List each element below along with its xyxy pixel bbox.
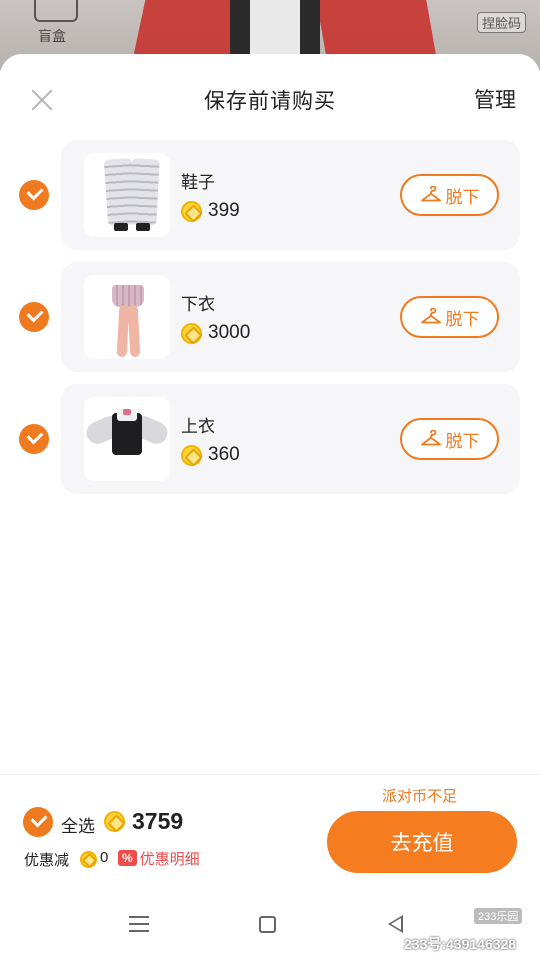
hanger-icon xyxy=(420,186,441,202)
party-coin-icon xyxy=(104,811,125,832)
background-art xyxy=(313,0,437,56)
take-off-button[interactable]: 脱下 xyxy=(400,174,499,216)
item-checkbox[interactable] xyxy=(19,302,49,332)
item-checkbox[interactable] xyxy=(19,424,49,454)
watermark-logo: 233乐园 xyxy=(474,908,523,924)
item-price-value: 360 xyxy=(208,444,240,465)
party-coin-icon xyxy=(181,200,202,222)
item-thumbnail-top xyxy=(84,397,170,481)
take-off-label: 脱下 xyxy=(445,187,480,207)
cart-item: 上衣 360 脱下 xyxy=(0,384,540,494)
item-thumbnail-bottoms xyxy=(84,275,170,359)
item-name: 下衣 xyxy=(181,295,215,314)
item-name: 鞋子 xyxy=(181,173,215,192)
sheet-header: 保存前请购买 管理 xyxy=(0,54,540,140)
take-off-button[interactable]: 脱下 xyxy=(400,296,499,338)
recharge-label: 去充值 xyxy=(390,832,454,855)
select-all-checkbox[interactable] xyxy=(23,807,53,837)
blind-box-label: 盲盒 xyxy=(38,28,66,44)
sheet-title: 保存前请购买 xyxy=(204,90,336,113)
item-checkbox[interactable] xyxy=(19,180,49,210)
home-icon[interactable] xyxy=(259,916,276,933)
item-price: 360 xyxy=(181,442,240,468)
system-nav-bar: 233乐园 233号:439146328 xyxy=(0,900,540,958)
party-coin-icon xyxy=(181,322,202,344)
take-off-label: 脱下 xyxy=(445,309,480,329)
insufficient-balance-notice: 派对币不足 xyxy=(382,788,458,805)
item-price-value: 399 xyxy=(208,200,240,221)
party-coin-icon xyxy=(181,444,202,466)
item-price: 3000 xyxy=(181,320,250,346)
discount-label: 优惠减 xyxy=(24,852,70,869)
select-all-label[interactable]: 全选 xyxy=(61,812,95,837)
blind-box-icon[interactable] xyxy=(34,0,78,22)
take-off-label: 脱下 xyxy=(445,431,480,451)
discount-value: 0 xyxy=(100,849,109,866)
item-card[interactable]: 鞋子 399 脱下 xyxy=(61,140,520,250)
party-coin-icon xyxy=(80,851,97,868)
item-thumbnail-shoes xyxy=(84,153,170,237)
discount-detail-label: 优惠明细 xyxy=(139,850,200,868)
cart-item: 下衣 3000 脱下 xyxy=(0,262,540,372)
watermark-text: 233号:439146328 xyxy=(404,936,517,952)
take-off-button[interactable]: 脱下 xyxy=(400,418,499,460)
purchase-sheet: 保存前请购买 管理 鞋子 399 脱下 下衣 3000 脱下 上衣 360 脱下… xyxy=(0,54,540,958)
hanger-icon xyxy=(420,430,441,446)
item-card[interactable]: 上衣 360 脱下 xyxy=(61,384,520,494)
item-card[interactable]: 下衣 3000 脱下 xyxy=(61,262,520,372)
cart-item: 鞋子 399 脱下 xyxy=(0,140,540,250)
menu-icon[interactable] xyxy=(129,916,149,932)
discount-detail-link[interactable]: % 优惠明细 xyxy=(118,847,200,869)
hanger-icon xyxy=(420,308,441,324)
item-price-value: 3000 xyxy=(208,322,251,343)
item-price: 399 xyxy=(181,198,240,224)
percent-badge-icon: % xyxy=(118,850,137,866)
recharge-button[interactable]: 去充值 xyxy=(327,811,517,873)
manage-button[interactable]: 管理 xyxy=(474,84,516,114)
face-code-label[interactable]: 捏脸码 xyxy=(476,12,526,33)
total-price: 3759 xyxy=(132,808,184,834)
back-icon[interactable] xyxy=(388,915,403,933)
item-name: 上衣 xyxy=(181,417,215,436)
